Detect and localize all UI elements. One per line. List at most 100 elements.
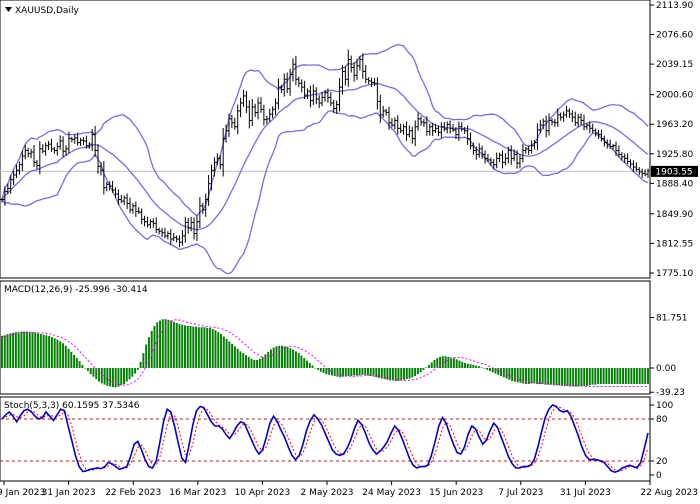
stoch-tick-label: 0	[656, 471, 662, 481]
macd-bar	[253, 359, 256, 368]
price-bar	[183, 216, 187, 243]
macd-bar	[561, 368, 564, 386]
macd-bar	[549, 368, 552, 385]
price-bar	[116, 189, 120, 206]
price-bar	[70, 136, 74, 143]
macd-bar	[425, 367, 428, 368]
macd-bar	[328, 368, 331, 375]
macd-bar	[336, 368, 339, 377]
macd-bar	[86, 368, 89, 372]
stoch-tick-label: 20	[656, 457, 668, 467]
price-bar	[314, 87, 318, 105]
macd-bar	[128, 368, 131, 380]
price-bar	[175, 235, 179, 243]
macd-bar	[56, 339, 59, 368]
price-bar	[128, 197, 132, 214]
macd-bar	[513, 368, 516, 382]
macd-bar	[452, 358, 455, 368]
macd-bar	[281, 345, 283, 368]
price-bar	[81, 137, 85, 146]
macd-bar	[142, 353, 145, 368]
price-bar	[271, 106, 275, 119]
macd-bar	[250, 358, 253, 368]
price-bar	[180, 230, 184, 246]
macd-bar	[311, 365, 314, 368]
macd-bar	[586, 368, 588, 386]
macd-bar	[264, 354, 267, 368]
macd-bar	[12, 332, 15, 368]
chart: 2113.90 2076.60 2039.15 2000.60 1963.20 1925.…	[0, 0, 700, 500]
price-bar	[119, 195, 123, 204]
macd-bar	[92, 368, 95, 377]
macd-bar	[59, 341, 62, 368]
macd-bar	[594, 368, 597, 385]
price-bar	[247, 100, 251, 129]
macd-bar	[475, 365, 478, 368]
macd-bar	[333, 368, 336, 377]
macd-bar	[627, 368, 630, 385]
macd-bar	[217, 332, 220, 368]
price-tick-label: 1812.55	[656, 239, 693, 249]
macd-bar	[516, 368, 519, 383]
price-bar	[125, 193, 129, 210]
price-bar	[172, 233, 176, 242]
price-bar	[448, 120, 452, 134]
price-bar	[396, 115, 400, 135]
macd-bar	[588, 368, 591, 386]
macd-bar	[120, 368, 123, 386]
macd-bar	[555, 368, 558, 386]
macd-bar	[64, 345, 67, 368]
macd-bar	[486, 368, 489, 370]
macd-bar	[184, 325, 186, 368]
macd-bar	[297, 353, 300, 368]
x-tick-label: 7 Jul 2023	[498, 488, 543, 498]
macd-bar	[583, 368, 586, 386]
price-bar	[570, 110, 574, 123]
stoch-title: Stoch(5,3,3) 60.1595 37.5346	[4, 401, 140, 411]
macd-bar	[269, 349, 272, 368]
macd-bar	[477, 366, 480, 368]
price-bar	[399, 123, 403, 133]
macd-title: MACD(12,26,9) -25.996 -30.414	[4, 285, 148, 295]
price-bar	[140, 208, 144, 225]
macd-bar	[511, 368, 514, 381]
price-bar	[576, 114, 580, 128]
price-bar	[131, 203, 135, 214]
macd-bar	[239, 351, 242, 368]
macd-bar	[400, 368, 403, 381]
price-tick-label: 1925.80	[656, 150, 693, 160]
macd-bar	[3, 335, 6, 368]
price-y-axis: 2113.90 2076.60 2039.15 2000.60 1963.20 1925.…	[650, 1, 693, 279]
macd-bar	[195, 326, 198, 368]
price-bar	[151, 218, 155, 228]
price-bar	[160, 227, 164, 238]
macd-bar	[278, 345, 281, 368]
price-tick-label: 2000.60	[656, 91, 693, 101]
macd-bar	[538, 368, 541, 385]
macd-bar	[283, 346, 286, 368]
price-bar	[565, 105, 569, 118]
price-bar	[370, 77, 374, 87]
macd-bar	[439, 356, 442, 368]
x-tick-label: 10 Apr 2023	[235, 488, 291, 498]
price-bar	[553, 118, 557, 127]
macd-bar	[14, 332, 17, 368]
macd-bar	[245, 355, 247, 368]
bollinger-lower-line	[1, 109, 649, 275]
price-bar	[79, 137, 83, 147]
macd-bar	[139, 361, 142, 368]
macd-bar	[23, 331, 26, 368]
macd-bar	[574, 368, 577, 387]
price-bar	[274, 98, 278, 116]
macd-bar	[563, 368, 566, 386]
macd-bar	[403, 368, 405, 380]
macd-bar	[192, 326, 195, 368]
macd-bar	[75, 358, 78, 368]
macd-bar	[25, 331, 28, 368]
macd-bar	[220, 334, 223, 368]
price-bar	[501, 150, 505, 169]
caret-down-icon[interactable]	[5, 7, 12, 12]
price-bar	[306, 88, 310, 100]
price-bar	[122, 195, 126, 205]
price-bar	[375, 77, 379, 110]
